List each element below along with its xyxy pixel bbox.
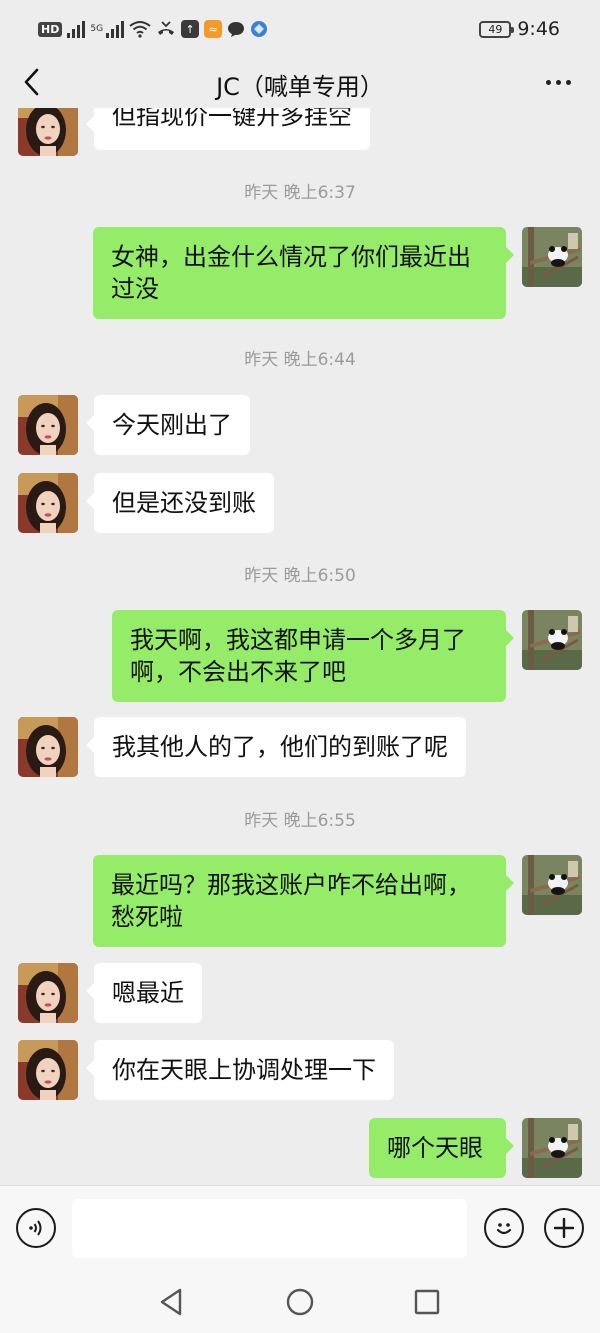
- message-text-line: 愁死啦: [111, 903, 183, 931]
- system-back-button[interactable]: [155, 1286, 187, 1318]
- battery-icon: 49: [479, 20, 515, 38]
- message-bubble-sent[interactable]: 我天啊，我这都申请一个多月了 啊，不会出不来了吧: [112, 610, 514, 702]
- my-avatar[interactable]: [522, 1118, 582, 1178]
- status-icons-left: HD 5G ↑ ≈: [38, 17, 268, 41]
- my-avatar[interactable]: [522, 610, 582, 670]
- contact-avatar[interactable]: [18, 963, 78, 1023]
- upload-app-icon: ↑: [181, 20, 200, 38]
- triangle-back-icon: [160, 1288, 182, 1316]
- message-text: 但是还没到账: [112, 489, 256, 517]
- chat-input-bar: [0, 1185, 600, 1272]
- message-text: 哪个天眼: [387, 1134, 483, 1162]
- contact-avatar[interactable]: [18, 717, 78, 777]
- my-avatar[interactable]: [522, 227, 582, 287]
- message-text: 你在天眼上协调处理一下: [112, 1056, 376, 1084]
- wifi-icon: [129, 21, 151, 38]
- message-text: 我其他人的了，他们的到账了呢: [112, 733, 448, 761]
- message-bubble-received[interactable]: 今天刚出了: [86, 395, 250, 455]
- hd-badge: HD: [38, 21, 63, 37]
- message-bubble-received[interactable]: 你在天眼上协调处理一下: [86, 1040, 394, 1100]
- timestamp: 昨天 晚上6:37: [244, 183, 356, 203]
- more-functions-button[interactable]: [544, 1208, 584, 1248]
- message-bubble-received[interactable]: 嗯最近: [86, 963, 202, 1023]
- timestamp: 昨天 晚上6:55: [244, 811, 356, 831]
- square-recents-icon: [414, 1289, 440, 1315]
- message-bubble-received[interactable]: 但指现价一键开多挂空: [86, 108, 370, 150]
- message-bubble-received[interactable]: 但是还没到账: [86, 473, 274, 533]
- system-navigation-bar: [0, 1272, 600, 1333]
- timestamp: 昨天 晚上6:44: [244, 350, 356, 370]
- message-text-line: 过没: [111, 275, 159, 303]
- message-list[interactable]: 但指现价一键开多挂空 昨天 晚上6:37 女神，出金什么情况了你们最近出 过没 …: [0, 108, 600, 1185]
- plus-icon: [553, 1217, 575, 1239]
- contact-avatar[interactable]: [18, 395, 78, 455]
- voice-button[interactable]: [16, 1208, 56, 1248]
- orange-app-icon: ≈: [204, 20, 223, 38]
- message-bubble-sent[interactable]: 哪个天眼: [369, 1118, 514, 1178]
- message-text: 嗯最近: [112, 979, 184, 1007]
- timestamp: 昨天 晚上6:50: [244, 566, 356, 586]
- voice-icon: [29, 1220, 42, 1236]
- contact-avatar[interactable]: [18, 108, 78, 156]
- missed-call-icon: [158, 21, 175, 35]
- browser-app-icon: [251, 21, 268, 37]
- more-dots-icon: [545, 79, 551, 85]
- contact-avatar[interactable]: [18, 473, 78, 533]
- system-recents-button[interactable]: [411, 1286, 443, 1318]
- message-bubble-sent[interactable]: 女神，出金什么情况了你们最近出 过没: [93, 227, 514, 319]
- emoji-icon: [496, 1223, 512, 1235]
- message-text: 今天刚出了: [112, 411, 232, 439]
- message-text-line: 女神，出金什么情况了你们最近出: [111, 243, 471, 271]
- message-bubble-received[interactable]: 我其他人的了，他们的到账了呢: [86, 717, 466, 777]
- chat-header: JC（喊单专用）: [0, 58, 600, 108]
- status-time: 9:46: [517, 18, 560, 40]
- my-avatar[interactable]: [522, 855, 582, 915]
- message-app-icon: [228, 22, 245, 37]
- signal-icon-5g: [106, 20, 125, 38]
- more-options-button[interactable]: [538, 64, 578, 100]
- message-text: 但指现价一键开多挂空: [112, 108, 352, 130]
- message-text-line: 啊，不会出不来了吧: [130, 658, 346, 686]
- status-icons-right: 49 9:46: [479, 17, 560, 41]
- chat-title: JC（喊单专用）: [216, 73, 384, 101]
- network-type-label: 5G: [90, 23, 104, 34]
- message-text-line: 最近吗？那我这账户咋不给出啊，: [111, 871, 471, 899]
- emoji-button[interactable]: [484, 1208, 524, 1248]
- message-bubble-sent[interactable]: 最近吗？那我这账户咋不给出啊， 愁死啦: [93, 855, 514, 947]
- message-input[interactable]: [72, 1199, 467, 1258]
- status-bar: HD 5G ↑ ≈ 49 9:46: [0, 0, 600, 58]
- signal-icon: [67, 20, 86, 38]
- message-text-line: 我天啊，我这都申请一个多月了: [130, 626, 466, 654]
- system-home-button[interactable]: [284, 1286, 316, 1318]
- circle-home-icon: [286, 1288, 314, 1316]
- contact-avatar[interactable]: [18, 1040, 78, 1100]
